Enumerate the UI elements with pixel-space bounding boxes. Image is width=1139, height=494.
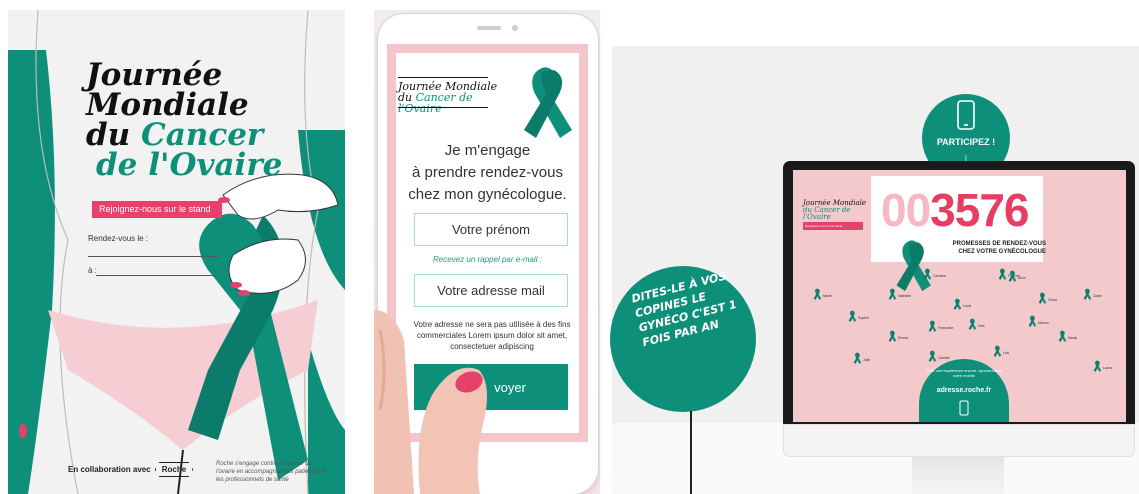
ribbon-mark bbox=[1028, 315, 1037, 327]
phone-camera bbox=[512, 25, 518, 31]
app-heading-line3: chez mon gynécologue. bbox=[408, 186, 567, 203]
poster-collaboration: En collaboration avec Roche bbox=[68, 462, 194, 477]
ribbon-name: Emma bbox=[898, 336, 908, 340]
ribbon-name: Inès bbox=[978, 324, 985, 328]
poster-field-place: à : bbox=[88, 266, 97, 275]
ribbon-mark bbox=[848, 310, 857, 322]
email-input[interactable] bbox=[414, 274, 568, 307]
ribbon-name: Caroline bbox=[933, 274, 946, 278]
app-heading-line1: Je m'engage bbox=[444, 142, 531, 159]
poster-title: Journée Mondiale du Cancer de l'Ovaire bbox=[86, 60, 316, 183]
ribbon-name: Camille bbox=[938, 356, 950, 360]
app-heading: Je m'engage à prendre rendez-vous chez m… bbox=[396, 140, 579, 206]
ribbon-mark bbox=[953, 298, 962, 310]
ribbon-name: Sarah bbox=[1068, 336, 1077, 340]
sync-url[interactable]: adresse.roche.fr bbox=[919, 387, 1009, 394]
email-hint: Recevez un rappel par e-mail : bbox=[433, 255, 542, 264]
poster-panel: Journée Mondiale du Cancer de l'Ovaire R… bbox=[8, 10, 345, 494]
ribbon-mark bbox=[968, 318, 977, 330]
poster-title-ovaire: de l'Ovaire bbox=[96, 147, 283, 183]
bubble-pointer-line bbox=[690, 411, 692, 494]
ribbon-name: Françoise bbox=[938, 326, 953, 330]
ribbon-mark bbox=[1058, 330, 1067, 342]
ribbon-mark bbox=[928, 320, 937, 332]
ribbon-mark bbox=[888, 330, 897, 342]
ribbon-name: Julie bbox=[863, 358, 870, 362]
app-logo-rule bbox=[398, 77, 488, 78]
ribbon-name: Nathalie bbox=[898, 294, 911, 298]
poster-note: Roche s'engage contre le cancer de l'ova… bbox=[216, 461, 327, 483]
firstname-input[interactable] bbox=[414, 213, 568, 246]
ribbon-name: Claire bbox=[1093, 294, 1102, 298]
ribbon-name: Chloé bbox=[1048, 298, 1057, 302]
ribbon-mark bbox=[888, 288, 897, 300]
ribbon-name: Sophie bbox=[858, 316, 869, 320]
monitor-stand bbox=[912, 457, 1004, 494]
poster-banner: Rejoignez-nous sur le stand bbox=[92, 201, 222, 218]
app-heading-line2: à prendre rendez-vous bbox=[412, 164, 563, 181]
ribbon-name: Alice bbox=[1018, 276, 1026, 280]
poster-field-date: Rendez-vous le : bbox=[88, 234, 149, 243]
ribbon-mark bbox=[813, 288, 822, 300]
phone-speaker bbox=[477, 26, 501, 30]
ribbon-name: Manon bbox=[1038, 321, 1049, 325]
ribbon-mark bbox=[923, 268, 932, 280]
app-logo-rule bbox=[398, 107, 488, 108]
ribbon-mark bbox=[1093, 360, 1102, 372]
roche-logo: Roche bbox=[154, 462, 194, 477]
ribbon-mark bbox=[853, 352, 862, 364]
ribbon-mark bbox=[998, 268, 1007, 280]
smartphone-icon bbox=[959, 400, 969, 416]
ribbon-name: Marie bbox=[823, 294, 832, 298]
smartphone-icon bbox=[957, 100, 975, 130]
privacy-disclaimer: Votre adresse ne sera pas utilisée à des… bbox=[413, 320, 571, 351]
ribbon-icon bbox=[524, 67, 572, 138]
sync-text: Pour une expérience encore, synchronisez… bbox=[926, 368, 1002, 378]
ribbon-mark bbox=[1038, 292, 1047, 304]
ribbon-mark bbox=[1083, 288, 1092, 300]
app-logo: Journée Mondiale du Cancer de l'Ovaire bbox=[398, 81, 518, 114]
ribbon-name: Léa bbox=[1003, 351, 1009, 355]
monitor-chin bbox=[783, 424, 1135, 457]
send-button[interactable]: voyer bbox=[414, 364, 568, 410]
poster-field-line bbox=[96, 275, 218, 276]
ribbon-name: Lucie bbox=[963, 304, 971, 308]
ribbon-mark bbox=[993, 345, 1002, 357]
participez-label: PARTICIPEZ ! bbox=[936, 137, 996, 147]
ribbon-mark bbox=[928, 350, 937, 362]
ribbon-name: Laura bbox=[1103, 366, 1112, 370]
poster-collab-label: En collaboration avec bbox=[68, 465, 151, 474]
poster-field-line bbox=[88, 256, 218, 257]
